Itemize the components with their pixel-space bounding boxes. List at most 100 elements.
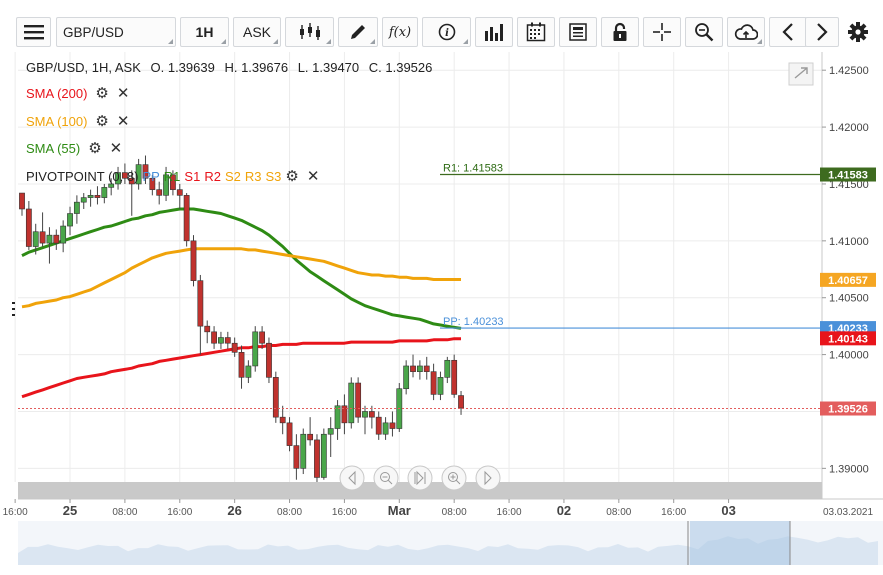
x-tick-label: 08:00	[442, 507, 467, 518]
zoom-control-circle	[441, 465, 467, 491]
candle-body	[437, 377, 444, 395]
close-icon[interactable]: ✕	[110, 139, 123, 157]
x-tick-label: 16:00	[661, 507, 686, 518]
candle-body	[410, 365, 416, 372]
candle-body	[444, 359, 451, 378]
legend-sma-200: SMA (200) ⚙ ✕	[26, 84, 129, 102]
candle-body	[156, 189, 163, 196]
open-value: O. 1.39639	[150, 60, 215, 75]
x-tick-label: 02	[557, 503, 571, 518]
zoom-control-circle	[407, 465, 433, 491]
candle	[314, 434, 320, 482]
indicator-label: SMA (100)	[26, 113, 88, 129]
legend-pivot: PIVOTPOINT (0, 8) PP R1 S1 R2 S2 R3 S3 ⚙…	[26, 167, 319, 185]
price-tag: 1.41583	[820, 167, 876, 182]
ohlc-header: GBP/USD, 1H, ASK O. 1.39639 H. 1.39676 L…	[26, 60, 438, 75]
r1-label: R1: 1.41583	[443, 163, 503, 175]
pivot-level-r3: R3	[244, 168, 262, 184]
zoom-in-control[interactable]	[441, 465, 467, 491]
candle	[355, 377, 362, 423]
gear-icon[interactable]: ⚙	[88, 139, 101, 157]
candle-body	[307, 433, 314, 441]
candle-body	[355, 382, 362, 418]
x-tick-label: 08:00	[277, 507, 302, 518]
candle-body	[73, 201, 80, 214]
candle-body	[416, 365, 423, 372]
zoom-out-control[interactable]	[373, 465, 399, 491]
close-icon[interactable]: ✕	[117, 112, 130, 130]
candle-body	[245, 365, 252, 378]
zoom-control-circle	[475, 465, 501, 491]
candle-body	[368, 411, 375, 418]
x-tick-label: 16:00	[3, 507, 28, 518]
close-icon[interactable]: ✕	[307, 167, 320, 185]
plot-background	[18, 52, 822, 499]
y-tick-label: 1.40500	[829, 293, 869, 305]
candle-body	[286, 422, 293, 446]
price-tag-text: 1.41583	[828, 170, 868, 182]
candle-body	[423, 365, 430, 372]
candle-body	[67, 213, 73, 227]
candle-body	[218, 337, 224, 344]
candle	[396, 383, 403, 432]
price-chart[interactable]: R1: 1.41583 PP: 1.40233 1.42500 1.42000 1.4…	[0, 0, 883, 575]
pivot-level-pp: PP	[142, 168, 160, 184]
pivot-level-r2: R2	[204, 168, 221, 184]
navigator-panel[interactable]	[18, 521, 883, 565]
expand-chart-button[interactable]	[788, 62, 814, 86]
x-tick-label: 03	[721, 503, 735, 518]
candle-body	[451, 359, 458, 395]
candle-body	[80, 197, 87, 203]
pp-label: PP: 1.40233	[443, 316, 504, 328]
time-axis: 16:00 25 08:00 16:00 26 08:00 16:00 Mar 08:00 16:…	[3, 498, 883, 518]
reset-zoom-control[interactable]	[407, 465, 433, 491]
candle-body	[362, 411, 368, 418]
x-tick-label: 08:00	[606, 507, 631, 518]
candle-body	[32, 231, 39, 247]
candle-body	[300, 433, 307, 469]
candle-body	[19, 192, 25, 210]
candle-body	[293, 445, 300, 469]
candle-body	[252, 331, 259, 367]
navigator-window	[690, 521, 790, 565]
candle-body	[327, 428, 334, 435]
drag-dot	[12, 308, 15, 310]
pivot-level-s3: S3	[265, 168, 282, 184]
candle-body	[94, 195, 101, 198]
candle-body	[334, 405, 341, 429]
drag-handle[interactable]	[12, 302, 15, 316]
price-tag-text: 1.39526	[828, 404, 868, 416]
candle-body	[183, 195, 190, 242]
y-tick-label: 1.42500	[829, 65, 869, 77]
candle-body	[348, 382, 355, 424]
price-tags: 1.415831.406571.402331.401431.39526	[820, 167, 876, 416]
scroll-right-control[interactable]	[475, 465, 501, 491]
candle-body	[204, 325, 211, 333]
price-tag: 1.40657	[820, 272, 876, 287]
candle-body	[375, 416, 382, 435]
y-tick-label: 1.39000	[829, 463, 869, 475]
scroll-left-control[interactable]	[339, 465, 365, 491]
gear-icon[interactable]: ⚙	[95, 112, 108, 130]
zoom-control-circle	[373, 465, 399, 491]
close-value: C. 1.39526	[368, 60, 433, 75]
pivot-level-s2: S2	[224, 168, 241, 184]
candle	[252, 326, 259, 372]
close-icon[interactable]: ✕	[117, 84, 130, 102]
candle-body	[53, 234, 60, 244]
x-tick-label: 08:00	[112, 507, 137, 518]
candle	[266, 337, 272, 384]
legend-sma-100: SMA (100) ⚙ ✕	[26, 112, 129, 130]
price-tag-text: 1.40143	[828, 333, 868, 345]
candle-body	[46, 234, 53, 244]
candle	[272, 371, 279, 423]
pivot-level-r1: R1	[163, 168, 181, 184]
x-tick-label: 26	[227, 503, 241, 518]
gear-icon[interactable]: ⚙	[95, 84, 108, 102]
pivot-level-s1: S1	[184, 168, 201, 184]
drag-dot	[12, 302, 15, 304]
gear-icon[interactable]: ⚙	[285, 167, 298, 185]
candle-body	[320, 433, 327, 478]
candle-body	[176, 189, 183, 196]
candle-body	[101, 187, 108, 198]
